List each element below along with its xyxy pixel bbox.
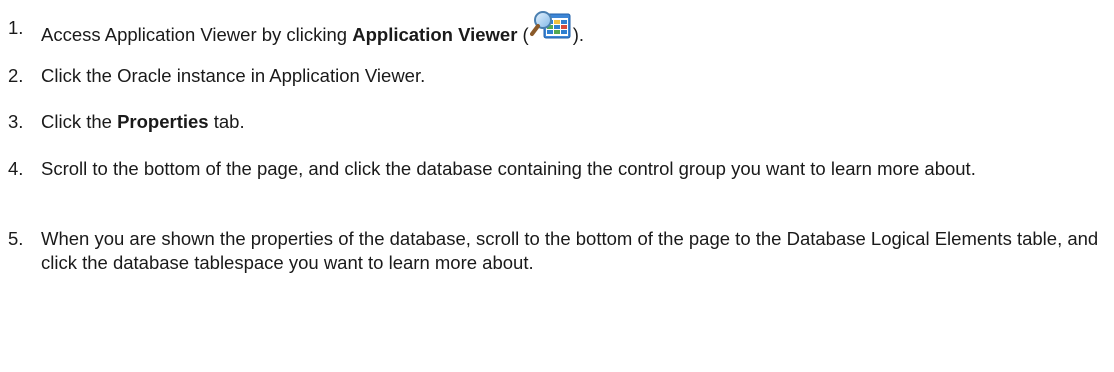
step-text: Access Application Viewer by clicking Ap… <box>41 11 1101 48</box>
step-text-before: Click the <box>41 111 118 132</box>
step-4: 4. Scroll to the bottom of the page, and… <box>0 157 1114 205</box>
step-text: When you are shown the properties of the… <box>41 228 1099 273</box>
step-text-before: Access Application Viewer by clicking <box>41 24 353 45</box>
step-text: Scroll to the bottom of the page, and cl… <box>41 158 976 179</box>
step-number: 3. <box>8 111 24 132</box>
step-number: 2. <box>8 65 24 86</box>
step-number: 4. <box>8 158 24 179</box>
application-viewer-icon <box>529 11 572 48</box>
step-number: 5. <box>8 228 24 249</box>
step-text: Click the Properties tab. <box>41 110 1101 134</box>
step-text: Click the Oracle instance in Application… <box>41 65 426 86</box>
procedure-steps: 1. Access Application Viewer by clicking… <box>0 0 1114 372</box>
step-text-after: tab. <box>208 111 245 132</box>
application-viewer-label: Application Viewer <box>352 24 518 45</box>
step-number: 1. <box>8 17 24 38</box>
step-5: 5. When you are shown the properties of … <box>0 227 1114 299</box>
paren-open: ( <box>517 24 529 45</box>
properties-tab-label: Properties <box>117 111 209 132</box>
paren-close: ). <box>572 24 585 45</box>
